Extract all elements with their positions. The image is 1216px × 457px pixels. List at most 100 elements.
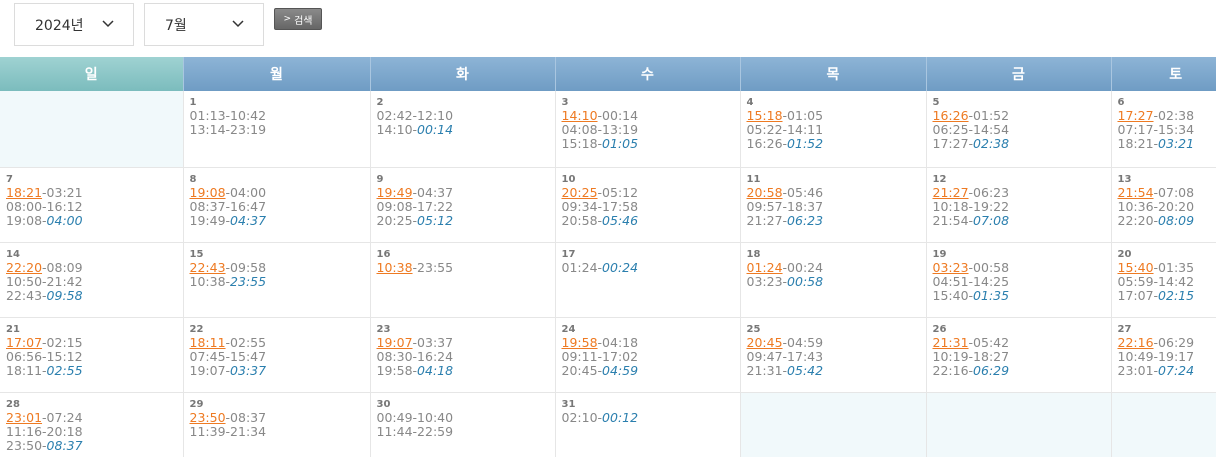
- time-highlight: 19:49: [376, 184, 413, 200]
- search-button[interactable]: > 검색: [274, 8, 322, 30]
- time-highlight: 23:50: [189, 409, 226, 425]
- time-next-day: 03:37: [230, 362, 267, 378]
- time-text: 13:14-23:19: [189, 122, 267, 137]
- time-text: -02:38: [1153, 108, 1195, 123]
- time-text: -01:05: [782, 108, 824, 123]
- time-text: -03:21: [42, 184, 83, 200]
- time-line: 07:45-15:47: [189, 348, 370, 364]
- time-text: -08:37: [225, 409, 267, 425]
- time-text: 17:07-: [1117, 287, 1159, 303]
- time-text: -00:24: [782, 259, 824, 275]
- time-text: 19:07-: [189, 362, 231, 378]
- weekday-fri: 금: [925, 57, 1111, 91]
- day-cell: 12 21:27-06:23 10:18-19:22 21:54-07:08: [926, 167, 1112, 243]
- time-text: 10:49-19:17: [1117, 348, 1195, 364]
- time-line: 21:31-05:42: [933, 334, 1111, 350]
- year-select[interactable]: 2024년: [14, 3, 134, 46]
- day-cell: 21 17:07-02:15 06:56-15:12 18:11-02:55: [0, 317, 184, 393]
- time-text: 02:42-12:10: [376, 108, 454, 123]
- time-text: -00:58: [968, 259, 1010, 275]
- time-line: 10:50-21:42: [6, 273, 183, 289]
- day-cell: 31 02:10-00:12: [555, 392, 741, 457]
- calendar-week-row: 7 18:21-03:21 08:00-16:12 19:08-04:00 8 19:08…: [0, 167, 1216, 243]
- time-line: 15:40-01:35: [1118, 259, 1216, 275]
- month-select-value: 7월: [165, 17, 187, 34]
- day-cell: 2 02:42-12:10 14:10-00:14: [370, 91, 556, 168]
- time-line: 09:57-18:37: [747, 199, 926, 214]
- time-line: 22:20-08:09: [1118, 213, 1216, 228]
- time-text: 09:34-17:58: [561, 198, 639, 214]
- arrow-right-icon: >: [283, 14, 292, 24]
- time-line: 15:40-01:35: [933, 288, 1111, 303]
- time-text: -06:23: [968, 184, 1010, 200]
- time-text: -05:42: [968, 334, 1010, 350]
- time-line: 22:43-09:58: [6, 288, 183, 303]
- time-text: 22:16-: [932, 362, 974, 378]
- time-line: 10:38-23:55: [189, 273, 370, 289]
- time-line: 10:49-19:17: [1117, 348, 1216, 364]
- time-highlight: 18:21: [6, 184, 43, 200]
- time-text: 04:08-13:19: [561, 122, 639, 137]
- day-cell: 19 03:23-00:58 04:51-14:25 15:40-01:35: [926, 242, 1112, 318]
- chevron-down-icon: [232, 20, 244, 28]
- time-text: 09:11-17:02: [561, 348, 639, 364]
- time-text: -01:35: [1153, 259, 1195, 275]
- time-line: 08:00-16:12: [6, 199, 183, 214]
- time-next-day: 05:46: [602, 212, 639, 228]
- time-line: 23:01-07:24: [1117, 362, 1216, 378]
- time-next-day: 04:18: [417, 362, 454, 378]
- time-line: 03:23-00:58: [747, 274, 926, 289]
- time-text: 08:37-16:47: [189, 198, 267, 214]
- day-cell: 18 01:24-00:24 03:23-00:58: [740, 242, 927, 318]
- time-line: 06:25-14:54: [933, 123, 1111, 137]
- time-text: 10:50-21:42: [6, 273, 83, 289]
- time-line: 20:25-05:12: [377, 213, 555, 228]
- time-text: 01:24-: [561, 259, 603, 275]
- time-text: 07:45-15:47: [189, 348, 267, 364]
- time-text: 23:01-: [1117, 362, 1159, 378]
- time-text: 09:47-17:43: [746, 348, 824, 364]
- time-text: -01:52: [968, 108, 1010, 123]
- time-text: 02:10-: [561, 409, 603, 425]
- time-text: 10:38-: [189, 273, 231, 289]
- time-highlight: 20:58: [746, 184, 783, 200]
- time-line: 19:07-03:37: [376, 334, 555, 350]
- time-highlight: 22:20: [6, 259, 43, 275]
- time-next-day: 07:24: [1158, 362, 1195, 378]
- time-next-day: 05:42: [787, 362, 824, 378]
- time-line: 22:16-06:29: [932, 362, 1111, 378]
- calendar-body: 1 01:13-10:42 13:14-23:19 2 02:42-12:10 14:10…: [0, 91, 1216, 457]
- time-highlight: 01:24: [746, 259, 783, 275]
- day-cell: 10 20:25-05:12 09:34-17:58 20:58-05:46: [555, 167, 741, 243]
- time-line: 09:11-17:02: [561, 348, 740, 364]
- time-next-day: 01:52: [787, 136, 824, 151]
- time-highlight: 17:27: [1117, 108, 1154, 123]
- month-select[interactable]: 7월: [144, 3, 264, 46]
- day-cell: 4 15:18-01:05 05:22-14:11 16:26-01:52: [740, 91, 927, 168]
- time-line: 04:51-14:25: [933, 274, 1111, 289]
- time-next-day: 06:29: [973, 362, 1010, 378]
- time-highlight: 19:07: [376, 334, 413, 350]
- time-text: 17:27-: [932, 136, 974, 151]
- time-highlight: 10:38: [376, 259, 413, 275]
- time-next-day: 06:23: [787, 212, 824, 228]
- time-text: 06:25-14:54: [932, 122, 1010, 137]
- chevron-down-icon: [102, 20, 114, 28]
- weekday-tue: 화: [369, 57, 555, 91]
- time-text: -02:55: [225, 334, 267, 350]
- time-text: 11:44-22:59: [376, 423, 454, 439]
- time-line: 18:21-03:21: [1118, 137, 1216, 151]
- time-line: 08:37-16:47: [189, 198, 370, 214]
- time-line: 22:43-09:58: [189, 259, 370, 275]
- time-line: 21:27-06:23: [933, 184, 1111, 200]
- empty-day-cell: [740, 392, 927, 457]
- time-line: 20:25-05:12: [562, 185, 740, 200]
- time-line: 10:18-19:22: [933, 199, 1111, 214]
- day-cell: 7 18:21-03:21 08:00-16:12 19:08-04:00: [0, 167, 184, 243]
- time-line: 01:24-00:24: [746, 259, 926, 275]
- time-text: 16:26-: [746, 136, 788, 151]
- time-highlight: 21:54: [1117, 184, 1154, 200]
- time-text: -04:37: [412, 184, 454, 200]
- time-next-day: 04:37: [230, 212, 267, 228]
- time-highlight: 22:43: [189, 259, 226, 275]
